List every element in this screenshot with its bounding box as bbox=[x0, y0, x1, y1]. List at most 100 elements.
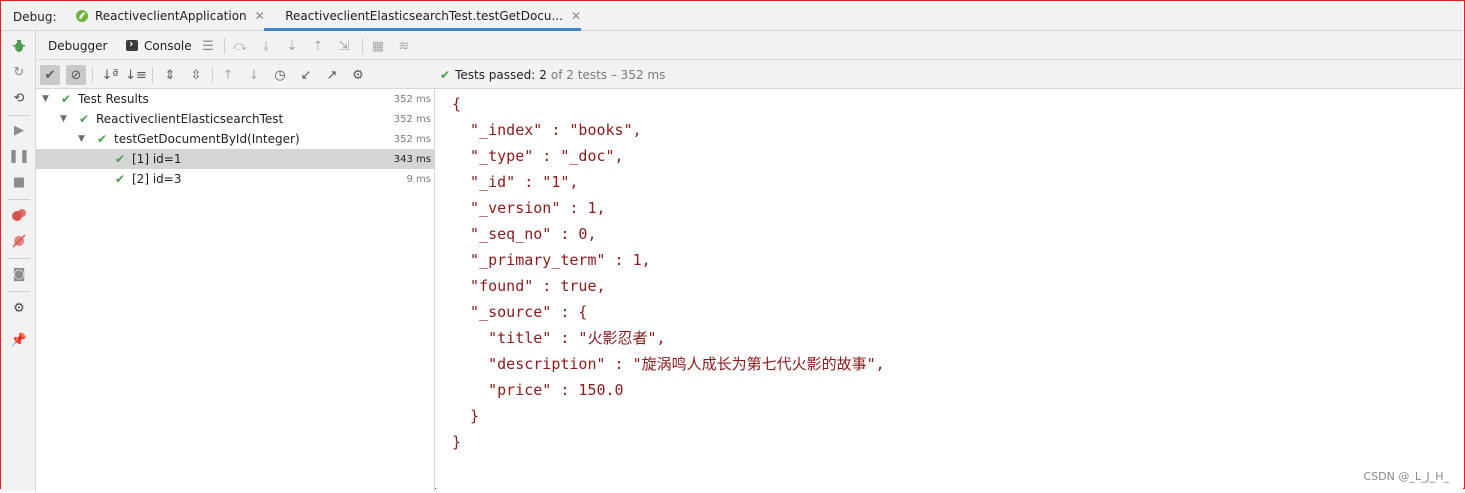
separator bbox=[362, 38, 363, 54]
step-out-icon[interactable]: ⇡ bbox=[310, 38, 326, 54]
close-icon[interactable]: ✕ bbox=[571, 9, 581, 23]
tree-label: ReactiveclientElasticsearchTest bbox=[96, 112, 284, 126]
stop-icon[interactable]: ■ bbox=[10, 173, 28, 191]
console-line: "found" : true, bbox=[452, 277, 606, 295]
resume-icon[interactable]: ▶ bbox=[10, 121, 28, 139]
restore-layout-icon[interactable]: ⟲ bbox=[10, 89, 28, 107]
rerun-icon[interactable]: ↻ bbox=[10, 63, 28, 81]
console-output[interactable]: { "_index" : "books", "_type" : "_doc", … bbox=[436, 89, 1463, 491]
tab-elasticsearch-test[interactable]: ReactiveclientElasticsearchTest.testGetD… bbox=[264, 1, 581, 31]
check-icon: ✔ bbox=[79, 112, 90, 126]
settings-icon[interactable]: ⚙ bbox=[10, 299, 28, 317]
pause-icon[interactable]: ❚❚ bbox=[8, 147, 30, 165]
show-ignored-icon[interactable]: ⊘ bbox=[66, 65, 86, 85]
chevron-down-icon[interactable]: ▼ bbox=[42, 94, 49, 104]
watermark: CSDN @_L_J_H_ bbox=[1363, 470, 1449, 483]
console-text: { "_index" : "books", "_type" : "_doc", … bbox=[452, 91, 885, 455]
tree-label: [1] id=1 bbox=[132, 152, 182, 166]
import-tests-icon[interactable]: ↙ bbox=[296, 65, 316, 85]
check-icon: ✔ bbox=[115, 172, 126, 186]
separator bbox=[8, 258, 30, 259]
status-count: 2 bbox=[539, 67, 547, 82]
bug-icon[interactable] bbox=[10, 37, 28, 55]
tree-row-case-1[interactable]: ✔ [1] id=1 343 ms bbox=[36, 149, 435, 169]
console-line: { bbox=[452, 95, 462, 113]
tree-row-test-class[interactable]: ▼ ✔ ReactiveclientElasticsearchTest 352 … bbox=[36, 109, 435, 129]
spring-boot-icon bbox=[76, 10, 88, 22]
tree-time: 9 ms bbox=[406, 173, 432, 185]
console-line: "title" : "火影忍者", bbox=[452, 329, 666, 347]
tree-row-test-method[interactable]: ▼ ✔ testGetDocumentById(Integer) 352 ms bbox=[36, 129, 435, 149]
tree-label: testGetDocumentById(Integer) bbox=[114, 132, 300, 146]
check-icon: ✔ bbox=[440, 67, 451, 82]
chevron-down-icon[interactable]: ▼ bbox=[60, 114, 67, 124]
step-over-icon[interactable]: ⤓ bbox=[258, 38, 274, 54]
previous-failed-icon[interactable]: ↑ bbox=[218, 65, 238, 85]
evaluate-expression-icon[interactable]: ▦ bbox=[370, 38, 386, 54]
console-line: "_source" : { bbox=[452, 303, 588, 321]
tree-row-test-results[interactable]: ▼ ✔ Test Results 352 ms bbox=[36, 89, 435, 109]
show-execution-point-icon[interactable]: ⤼ bbox=[232, 38, 248, 54]
console-line: } bbox=[452, 433, 462, 451]
pin-icon[interactable]: 📌 bbox=[10, 331, 28, 349]
debug-label: Debug: bbox=[13, 10, 57, 24]
trace-current-stream-icon[interactable]: ≋ bbox=[396, 38, 412, 54]
step-into-icon[interactable]: ⇣ bbox=[284, 38, 300, 54]
console-line: "_seq_no" : 0, bbox=[452, 225, 597, 243]
junit-run-icon bbox=[278, 15, 280, 17]
tab-label: ReactiveclientElasticsearchTest.testGetD… bbox=[285, 9, 563, 23]
expand-all-icon[interactable]: ⇕ bbox=[160, 65, 180, 85]
menu-icon[interactable]: ☰ bbox=[200, 38, 216, 54]
debugger-console-tabs: Debugger Console ☰ ⤼ ⤓ ⇣ ⇡ ⇲ ▦ ≋ bbox=[36, 31, 1463, 60]
view-breakpoints-icon[interactable] bbox=[10, 206, 28, 224]
tab-reactiveclient-application[interactable]: ReactiveclientApplication ✕ bbox=[75, 1, 265, 31]
settings-icon[interactable]: ⚙ bbox=[348, 65, 368, 85]
console-line: "description" : "旋涡鸣人成长为第七代火影的故事", bbox=[452, 355, 885, 373]
run-to-cursor-icon[interactable]: ⇲ bbox=[336, 38, 352, 54]
tab-console[interactable]: Console bbox=[126, 31, 192, 60]
debug-side-toolbar: ↻ ⟲ ▶ ❚❚ ■ ◙ ⚙ 📌 bbox=[1, 31, 36, 491]
check-icon: ✔ bbox=[61, 92, 72, 106]
next-failed-icon[interactable]: ↓ bbox=[244, 65, 264, 85]
collapse-all-icon[interactable]: ⇳ bbox=[186, 65, 206, 85]
tree-time: 352 ms bbox=[393, 113, 431, 125]
console-line: "price" : 150.0 bbox=[452, 381, 624, 399]
separator bbox=[8, 291, 30, 292]
tab-debugger-label: Debugger bbox=[48, 38, 108, 53]
tree-row-case-2[interactable]: ✔ [2] id=3 9 ms bbox=[36, 169, 435, 189]
tree-label: [2] id=3 bbox=[132, 172, 182, 186]
test-runner-toolbar: ✔ ⊘ ↓ª ↓≡ ⇕ ⇳ ↑ ↓ ◷ ↙ ↗ ⚙ ✔ Tests passed… bbox=[36, 60, 1463, 89]
tree-label: Test Results bbox=[78, 92, 149, 106]
console-icon bbox=[126, 37, 138, 51]
console-line: "_primary_term" : 1, bbox=[452, 251, 651, 269]
separator bbox=[92, 67, 93, 83]
tab-label: ReactiveclientApplication bbox=[95, 9, 247, 23]
console-line: "_version" : 1, bbox=[452, 199, 606, 217]
screenshot-icon[interactable]: ◙ bbox=[10, 265, 28, 283]
test-history-icon[interactable]: ◷ bbox=[270, 65, 290, 85]
tree-time: 343 ms bbox=[393, 153, 431, 165]
console-line: "_type" : "_doc", bbox=[452, 147, 624, 165]
separator bbox=[224, 38, 225, 54]
mute-breakpoints-icon[interactable] bbox=[10, 232, 28, 250]
separator bbox=[8, 115, 30, 116]
tab-debugger[interactable]: Debugger bbox=[48, 31, 107, 60]
export-tests-icon[interactable]: ↗ bbox=[322, 65, 342, 85]
tree-time: 352 ms bbox=[393, 133, 431, 145]
separator bbox=[8, 199, 30, 200]
sort-by-duration-icon[interactable]: ↓≡ bbox=[125, 65, 147, 85]
test-status: ✔ Tests passed: 2 of 2 tests – 352 ms bbox=[440, 60, 665, 89]
tree-time: 352 ms bbox=[393, 93, 431, 105]
sort-alphabetically-icon[interactable]: ↓ª bbox=[100, 65, 120, 85]
status-passed-label: Tests passed: bbox=[455, 67, 536, 82]
tab-console-label: Console bbox=[144, 38, 192, 53]
separator bbox=[212, 67, 213, 83]
separator bbox=[152, 67, 153, 83]
check-icon: ✔ bbox=[97, 132, 108, 146]
console-line: "_index" : "books", bbox=[452, 121, 642, 139]
test-tree: ▼ ✔ Test Results 352 ms ▼ ✔ Reactiveclie… bbox=[36, 89, 435, 491]
show-passed-icon[interactable]: ✔ bbox=[40, 65, 60, 85]
chevron-down-icon[interactable]: ▼ bbox=[78, 134, 85, 144]
check-icon: ✔ bbox=[115, 152, 126, 166]
console-line: } bbox=[452, 407, 480, 425]
